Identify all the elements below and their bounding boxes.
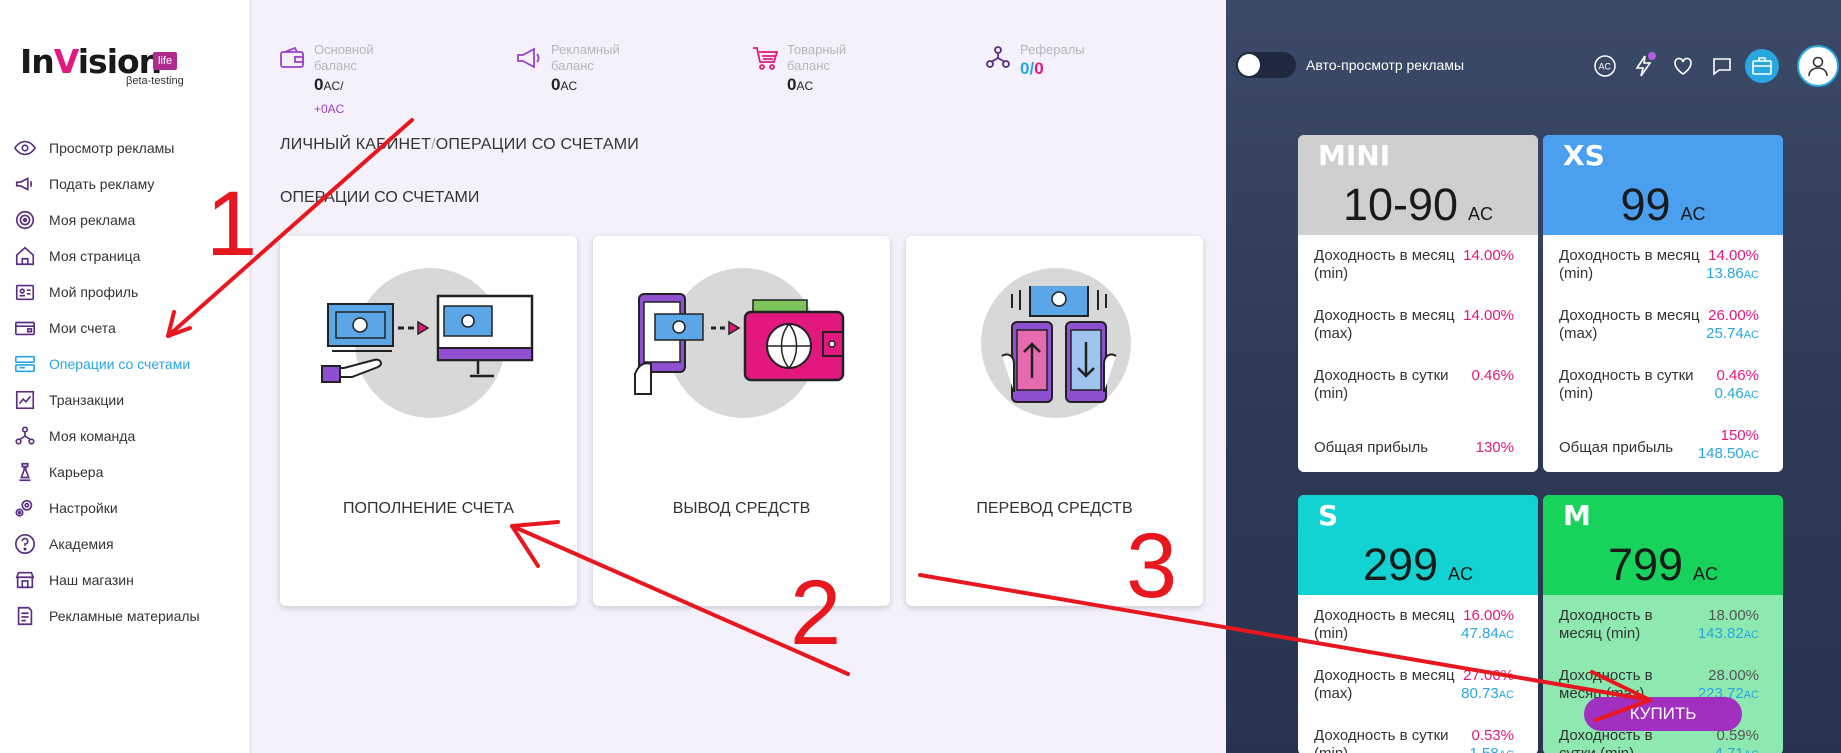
sidebar-item-ads-view[interactable]: Просмотр рекламы	[12, 130, 200, 166]
team-icon	[984, 44, 1012, 72]
sidebar-item-settings[interactable]: Настройки	[12, 490, 200, 526]
plan-row: Доходность в месяц (max) 14.00%	[1314, 307, 1514, 342]
plan-name: XS	[1563, 139, 1605, 172]
annotation-number-2: 2	[790, 562, 842, 664]
breadcrumb: ЛИЧНЫЙ КАБИНЕТ/ОПЕРАЦИИ СО СЧЕТАМИ	[280, 136, 639, 153]
transfer-icon	[1001, 286, 1117, 403]
megaphone-icon	[12, 173, 38, 195]
notification-dot	[1648, 52, 1656, 60]
plan-price: 299 AC	[1362, 539, 1474, 590]
plan-row: Доходность в месяц (max) 26.00% 25.74AC	[1559, 307, 1759, 342]
home-icon	[12, 245, 38, 267]
plan-card-mini[interactable]: MINI 10-90 AC Доходность в месяц (min) 14.…	[1298, 135, 1538, 472]
goods-balance-title: Товарный баланс	[787, 42, 847, 73]
id-card-icon	[12, 281, 38, 303]
sidebar: InVision life βeta-testing Просмотр рекл…	[0, 0, 252, 753]
goods-balance[interactable]: Товарный баланс 0AC	[751, 42, 846, 97]
deposit-label: ПОПОЛНЕНИЕ СЧЕТА	[343, 500, 514, 517]
logo-life-badge: life	[153, 52, 178, 70]
plan-name: M	[1563, 499, 1591, 532]
plan-row: Доходность в сутки (min) 0.46%	[1314, 367, 1514, 402]
plan-row: Доходность в месяц (max) 27.00% 80.73AC	[1314, 667, 1514, 702]
plan-row: Доходность в месяц (min) 14.00% 13.86AC	[1559, 247, 1759, 282]
breadcrumb-root[interactable]: ЛИЧНЫЙ КАБИНЕТ	[280, 136, 431, 153]
sidebar-item-profile[interactable]: Мой профиль	[12, 274, 200, 310]
sidebar-item-submit-ad[interactable]: Подать рекламу	[12, 166, 200, 202]
wallet-icon	[278, 44, 306, 72]
shop-icon	[12, 569, 38, 591]
plan-row: Доходность в сутки (min)0.53%1.58AC	[1314, 727, 1514, 753]
wallet-icon	[12, 317, 38, 339]
briefcase-icon[interactable]	[1745, 49, 1779, 83]
goods-balance-value: 0AC	[787, 75, 814, 94]
document-icon	[12, 605, 38, 627]
chat-icon[interactable]	[1706, 50, 1738, 82]
referrals-value: 0/0	[1020, 59, 1044, 78]
sidebar-item-accounts[interactable]: Мои счета	[12, 310, 200, 346]
chess-icon	[12, 461, 38, 483]
buy-button[interactable]: КУПИТЬ	[1584, 697, 1742, 731]
plan-price: 99 AC	[1620, 179, 1706, 230]
sidebar-item-academy[interactable]: Академия	[12, 526, 200, 562]
plan-row: Доходность в месяц (min) 18.00% 143.82AC	[1559, 607, 1759, 642]
plan-price: 799 AC	[1607, 539, 1719, 590]
sidebar-item-team[interactable]: Моя команда	[12, 418, 200, 454]
annotation-number-3: 3	[1126, 515, 1178, 617]
eye-icon	[12, 137, 38, 159]
sidebar-item-account-operations[interactable]: Операции со счетами	[12, 346, 200, 382]
sidebar-item-ad-materials[interactable]: Рекламные материалы	[12, 598, 200, 634]
plan-row: Общая прибыль 130%	[1314, 439, 1514, 456]
sidebar-item-shop[interactable]: Наш магазин	[12, 562, 200, 598]
logo-beta-text: βeta-testing	[126, 75, 184, 87]
help-icon	[12, 533, 38, 555]
main-balance-value: 0AC/ +0AC	[314, 75, 345, 116]
logo[interactable]: InVision life βeta-testing	[20, 42, 190, 88]
withdraw-card[interactable]: ВЫВОД СРЕДСТВ	[593, 236, 890, 606]
ad-balance[interactable]: Рекламный баланс 0AC	[515, 42, 620, 97]
user-icon[interactable]	[1797, 45, 1839, 87]
main-balance[interactable]: Основной баланс 0AC/ +0AC	[278, 42, 374, 120]
breadcrumb-current: ОПЕРАЦИИ СО СЧЕТАМИ	[435, 136, 639, 153]
plan-name: MINI	[1318, 139, 1391, 172]
page-title: ОПЕРАЦИИ СО СЧЕТАМИ	[280, 189, 480, 206]
auto-view-toggle[interactable]	[1236, 52, 1296, 78]
megaphone-icon	[515, 44, 543, 72]
settings-icon	[12, 497, 38, 519]
cart-icon	[751, 44, 779, 72]
withdraw-icon	[634, 293, 845, 395]
ac-coin-icon[interactable]: AC	[1589, 50, 1621, 82]
deposit-card[interactable]: ПОПОЛНЕНИЕ СЧЕТА	[280, 236, 577, 606]
auto-view-label: Авто-просмотр рекламы	[1306, 57, 1465, 73]
sidebar-item-my-page[interactable]: Моя страница	[12, 238, 200, 274]
withdraw-label: ВЫВОД СРЕДСТВ	[672, 500, 811, 517]
sidebar-item-my-ads[interactable]: Моя реклама	[12, 202, 200, 238]
accounts-icon	[12, 353, 38, 375]
ad-balance-value: 0AC	[551, 75, 578, 94]
plan-row: Доходность в сутки (min) 0.46% 0.46AC	[1559, 367, 1759, 402]
sidebar-item-career[interactable]: Карьера	[12, 454, 200, 490]
plan-row: Общая прибыль 150% 148.50AC	[1559, 427, 1759, 462]
ad-balance-title: Рекламный баланс	[551, 42, 620, 73]
team-icon	[12, 425, 38, 447]
annotation-number-1: 1	[206, 173, 258, 275]
referrals-title: Рефералы	[1020, 42, 1085, 57]
deposit-icon	[321, 294, 534, 383]
plan-row: Доходность в месяц (min) 14.00%	[1314, 247, 1514, 282]
referrals[interactable]: Рефералы 0/0	[984, 42, 1085, 80]
plan-card-s[interactable]: S 299 AC Доходность в месяц (min) 16.00% 47…	[1298, 495, 1538, 753]
plan-name: S	[1318, 499, 1339, 532]
sidebar-nav: Просмотр рекламы Подать рекламу Моя рекл…	[12, 130, 200, 634]
target-icon	[12, 209, 38, 231]
plan-card-xs[interactable]: XS 99 AC Доходность в месяц (min) 14.00% 13…	[1543, 135, 1783, 472]
main-balance-title: Основной баланс	[314, 42, 374, 73]
plan-row: Доходность в месяц (min) 16.00% 47.84AC	[1314, 607, 1514, 642]
sidebar-item-transactions[interactable]: Транзакции	[12, 382, 200, 418]
heart-icon[interactable]	[1667, 50, 1699, 82]
plan-price: 10-90 AC	[1342, 179, 1494, 230]
bolt-icon[interactable]	[1628, 50, 1660, 82]
chart-icon	[12, 389, 38, 411]
svg-text:AC: AC	[1599, 62, 1612, 72]
